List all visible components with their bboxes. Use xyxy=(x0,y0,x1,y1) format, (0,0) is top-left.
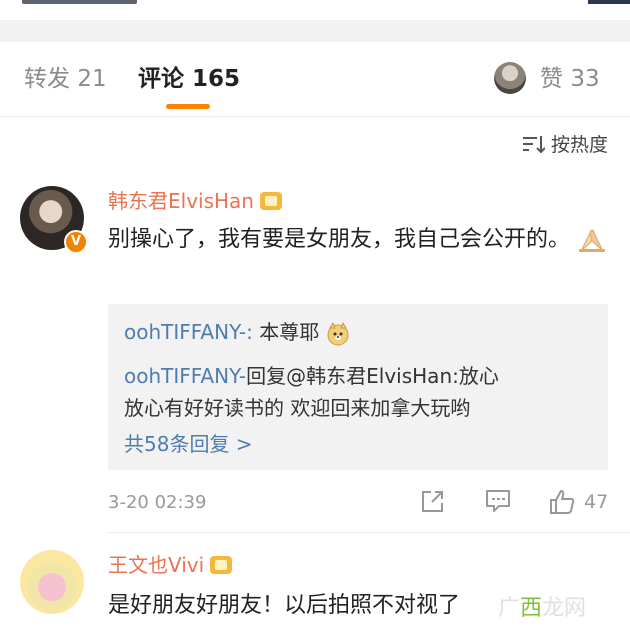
liker-avatar[interactable] xyxy=(494,62,526,94)
tab-comment[interactable]: 评论 165 xyxy=(138,64,240,94)
tab-repost-count: 21 xyxy=(77,66,107,92)
tab-like-label: 赞 xyxy=(540,66,563,92)
avatar[interactable] xyxy=(20,550,84,614)
tab-comment-label: 评论 xyxy=(138,66,184,92)
comment-icon xyxy=(486,490,510,512)
reply-item: oohTIFFANY-回复@韩东君ElvisHan:放心 xyxy=(124,362,499,390)
reply-text: 本尊耶 xyxy=(252,320,320,344)
like-button[interactable]: 47 xyxy=(548,488,608,516)
section-gap xyxy=(0,20,630,42)
reply-text: 回复@韩东君ElvisHan:放心 xyxy=(246,364,499,388)
previous-content-strip xyxy=(0,0,630,20)
reply-nick[interactable]: oohTIFFANY- xyxy=(124,364,246,388)
pray-hands-emoji-icon xyxy=(579,229,606,252)
tab-repost-label: 转发 xyxy=(24,66,70,92)
doge-emoji-icon xyxy=(327,321,349,345)
watermark-suffix: 龙网 xyxy=(542,596,587,621)
image-thumbnail-right[interactable] xyxy=(588,0,630,4)
reply-item: oohTIFFANY-: 本尊耶 xyxy=(124,318,350,346)
verified-badge: V xyxy=(64,230,88,254)
reply-preview-box[interactable]: oohTIFFANY-: 本尊耶 oohTIFFANY-回复@韩东君ElvisH… xyxy=(108,304,608,470)
comment-username-text: 韩东君ElvisHan xyxy=(108,189,254,213)
watermark: 广西龙网 xyxy=(498,590,586,622)
reply-button[interactable] xyxy=(484,488,512,518)
watermark-main: 西 xyxy=(520,596,543,621)
share-icon xyxy=(422,491,443,512)
image-thumbnail-left[interactable] xyxy=(22,0,137,4)
tab-comment-count: 165 xyxy=(192,66,241,92)
tab-like-count: 33 xyxy=(570,66,600,92)
comment-divider xyxy=(108,532,630,533)
more-replies-link[interactable]: 共58条回复 > xyxy=(124,430,253,458)
share-button[interactable] xyxy=(420,488,446,518)
tab-bar: 转发 21 评论 165 赞 33 xyxy=(0,42,630,117)
comment-timestamp: 3-20 02:39 xyxy=(108,492,207,513)
comment-username[interactable]: 韩东君ElvisHan xyxy=(108,188,282,214)
vip-badge-icon xyxy=(259,191,282,210)
comment-body: 别操心了，我有要是女朋友，我自己会公开的。 xyxy=(108,227,571,252)
like-count: 47 xyxy=(584,491,609,513)
comment-username-text: 王文也Vivi xyxy=(108,553,205,577)
watermark-prefix: 广 xyxy=(498,596,521,621)
sort-by-hotness[interactable]: 按热度 xyxy=(522,130,608,157)
comment-text: 别操心了，我有要是女朋友，我自己会公开的。 xyxy=(108,222,608,258)
vip-badge-icon xyxy=(210,555,233,574)
sort-label: 按热度 xyxy=(550,134,608,156)
tab-like[interactable]: 赞 33 xyxy=(540,64,600,94)
tab-repost[interactable]: 转发 21 xyxy=(24,64,107,94)
reply-text-continued: 放心有好好读书的 欢迎回来加拿大玩哟 xyxy=(124,396,471,420)
active-tab-indicator xyxy=(166,104,210,109)
sort-icon xyxy=(522,135,545,153)
thumbs-up-icon xyxy=(550,490,575,514)
reply-nick[interactable]: oohTIFFANY-: xyxy=(124,320,253,344)
comment-username[interactable]: 王文也Vivi xyxy=(108,552,233,578)
